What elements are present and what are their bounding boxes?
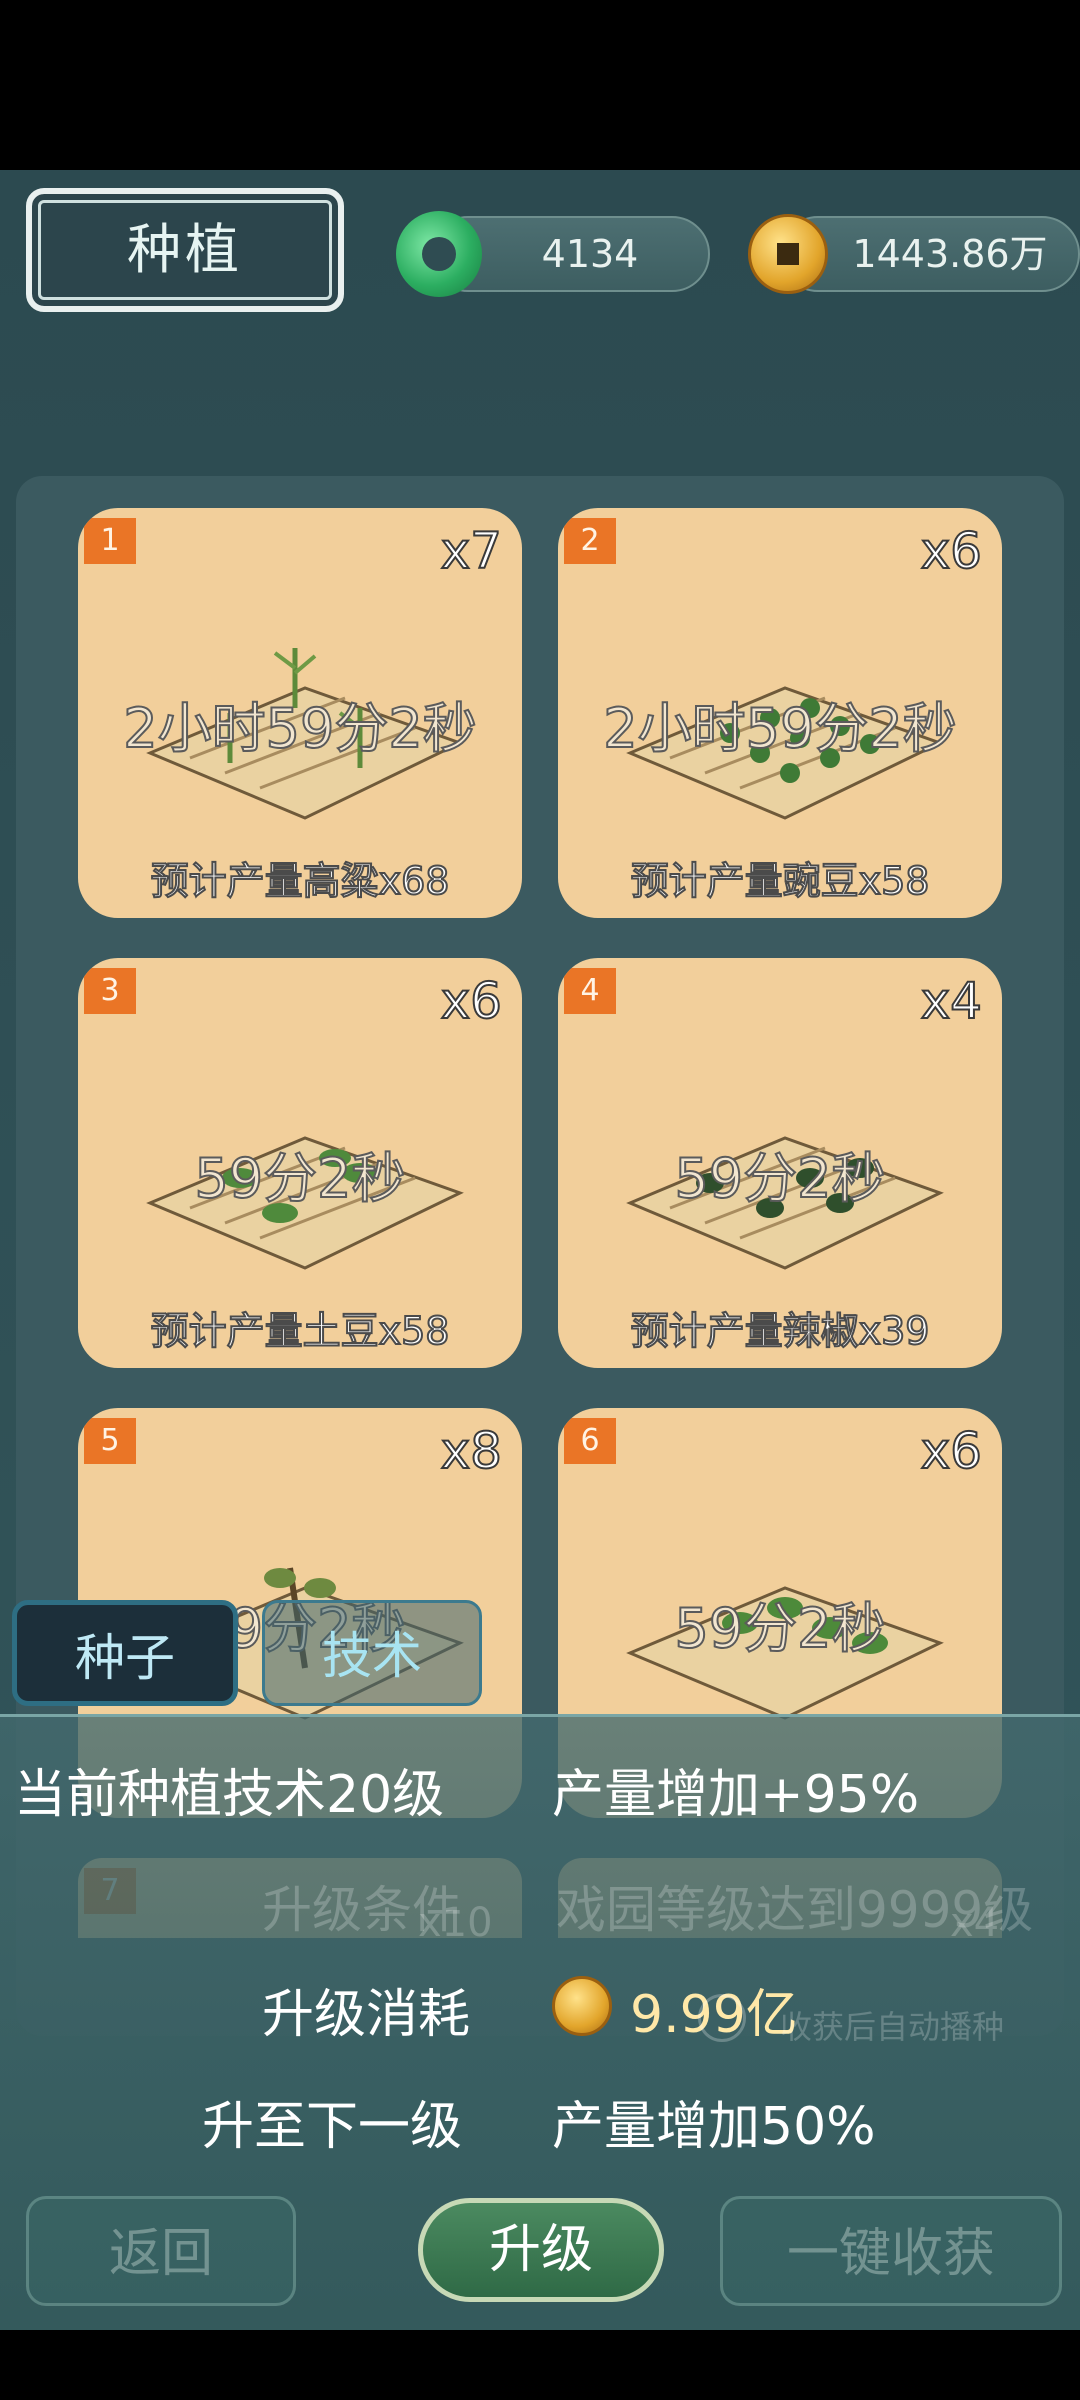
jade-icon-hole (422, 237, 456, 271)
plot-number-badge: 6 (564, 1418, 616, 1464)
page-title: 种植 (127, 218, 243, 281)
plot-timer: 2小时59分2秒 (602, 696, 957, 761)
plot-number-badge: 1 (84, 518, 136, 564)
plot-seed-count: x6 (920, 521, 983, 581)
tab-seeds[interactable]: 种子 (12, 1600, 238, 1706)
plot-yield: 预计产量豌豆x58 (630, 858, 931, 904)
plot-timer: 2小时59分2秒 (122, 696, 477, 761)
next-level-effect: 产量增加50% (552, 2097, 876, 2157)
back-button[interactable]: 返回 (26, 2196, 296, 2306)
plot-number-badge: 5 (84, 1418, 136, 1464)
tab-tech-label: 技术 (322, 1627, 422, 1685)
current-tech-level: 当前种植技术20级 (14, 1765, 445, 1825)
plot-number-badge: 4 (564, 968, 616, 1014)
auto-replant-label: 收获后自动播种 (780, 2008, 1005, 2046)
next-level-label: 升至下一级 (202, 2097, 463, 2157)
tab-tech[interactable]: 技术 (262, 1600, 482, 1706)
plot-number-badge: 2 (564, 518, 616, 564)
tab-seeds-label: 种子 (75, 1629, 175, 1687)
coin-icon-hole (777, 243, 799, 265)
upgrade-cost-label: 升级消耗 (262, 1985, 471, 2045)
current-tech-effect: 产量增加+95% (552, 1765, 920, 1825)
plot-number-badge: 3 (84, 968, 136, 1014)
plot-seed-count: x6 (920, 1421, 983, 1481)
plot-yield: 预计产量土豆x58 (150, 1308, 451, 1354)
plot-yield: 预计产量辣椒x39 (630, 1308, 931, 1354)
plot-card-3[interactable]: 3 x6 59分2秒 预计产量土豆x58 (78, 958, 522, 1368)
plot-timer: 59分2秒 (673, 1146, 886, 1211)
plot-seed-count: x8 (440, 1421, 503, 1481)
upgrade-button-label: 升级 (488, 2220, 593, 2280)
coin-amount: 1443.86万 (852, 232, 1048, 276)
harvest-all-button[interactable]: 一键收获 (720, 2196, 1062, 2306)
harvest-all-label: 一键收获 (786, 2224, 995, 2284)
auto-replant-checkbox[interactable] (698, 1994, 746, 2042)
navigation-bar-area (0, 2330, 1080, 2400)
plot-seed-count: x7 (440, 521, 503, 581)
upgrade-condition-value: 戏园等级达到9999级 (556, 1881, 1034, 1939)
coin-icon (552, 1976, 612, 2036)
plot-card-2[interactable]: 2 x6 2小时59分2秒 预计产量豌豆x58 (558, 508, 1002, 918)
plot-timer: 59分2秒 (673, 1596, 886, 1661)
back-button-label: 返回 (108, 2224, 213, 2284)
plot8-seed-count: x4 (950, 1900, 1000, 1946)
plot-card-4[interactable]: 4 x4 59分2秒 预计产量辣椒x39 (558, 958, 1002, 1368)
plot7-seed-count: x10 (418, 1900, 493, 1946)
jade-amount: 4134 (541, 232, 639, 276)
plot-seed-count: x6 (440, 971, 503, 1031)
plot-seed-count: x4 (920, 971, 983, 1031)
plot-card-1[interactable]: 1 x7 2小时59分2秒 预计产量高粱x68 (78, 508, 522, 918)
plot-yield: 预计产量高粱x68 (150, 858, 451, 904)
plot-timer: 59分2秒 (193, 1146, 406, 1211)
